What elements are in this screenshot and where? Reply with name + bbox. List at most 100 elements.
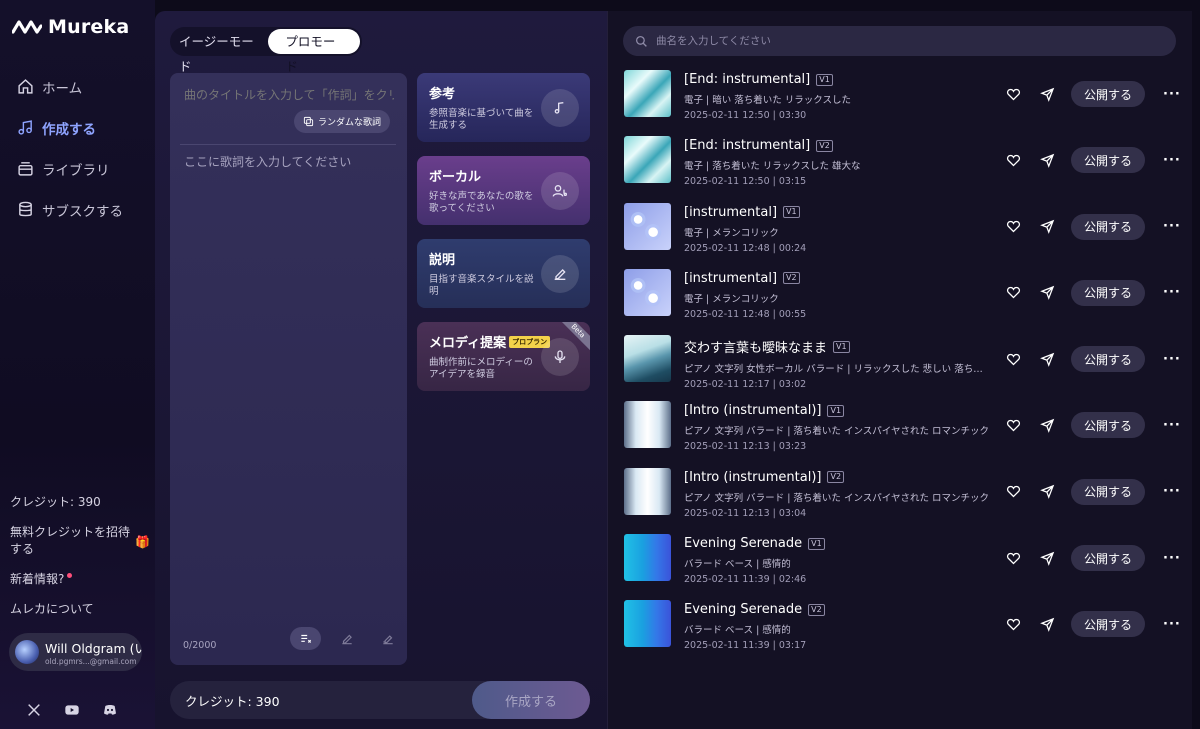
track-title[interactable]: [End: instrumental] xyxy=(684,138,810,153)
version-badge: V2 xyxy=(816,139,833,152)
discord-icon[interactable] xyxy=(102,702,118,718)
more-options-icon[interactable]: ··· xyxy=(1163,87,1181,102)
publish-button[interactable]: 公開する xyxy=(1071,611,1145,638)
logo[interactable]: Mureka xyxy=(12,16,129,38)
random-lyrics-label: ランダムな歌詞 xyxy=(318,118,382,128)
send-icon[interactable] xyxy=(1040,617,1055,632)
more-options-icon[interactable]: ··· xyxy=(1163,484,1181,499)
format-lyrics-button[interactable] xyxy=(290,627,321,650)
publish-button[interactable]: 公開する xyxy=(1071,147,1145,174)
pro-mode-tab[interactable]: プロモード xyxy=(268,29,360,74)
more-options-icon[interactable]: ··· xyxy=(1163,418,1181,433)
easy-mode-tab[interactable]: イージーモード xyxy=(172,29,266,74)
track-thumbnail[interactable] xyxy=(624,268,671,316)
track-thumbnail[interactable] xyxy=(624,136,671,184)
version-badge: V1 xyxy=(783,206,800,219)
description-card[interactable]: 説明 目指す音楽スタイルを説明 xyxy=(417,239,590,308)
track-title[interactable]: [End: instrumental] xyxy=(684,72,810,87)
track-thumbnail[interactable] xyxy=(624,335,671,383)
heart-icon[interactable] xyxy=(1006,484,1021,499)
edit-lyrics-button[interactable] xyxy=(331,627,362,650)
send-icon[interactable] xyxy=(1040,551,1055,566)
sidebar-item-home[interactable]: ホーム xyxy=(0,66,155,107)
more-options-icon[interactable]: ··· xyxy=(1163,617,1181,632)
reference-card[interactable]: 参考 参照音楽に基づいて曲を生成する xyxy=(417,73,590,142)
user-name: Will Oldgram (い xyxy=(45,641,142,656)
search-input[interactable] xyxy=(656,35,1136,47)
heart-icon[interactable] xyxy=(1006,219,1021,234)
write-lyrics-button[interactable] xyxy=(372,627,403,650)
publish-button[interactable]: 公開する xyxy=(1071,81,1145,107)
heart-icon[interactable] xyxy=(1006,153,1021,168)
heart-icon[interactable] xyxy=(1006,617,1021,632)
about-link[interactable]: ムレカについて xyxy=(10,601,150,618)
send-icon[interactable] xyxy=(1040,352,1055,367)
sidebar-nav: ホーム 作成する ライブラリ サブスクする xyxy=(0,66,155,230)
send-icon[interactable] xyxy=(1040,484,1055,500)
track-title[interactable]: Evening Serenade xyxy=(684,602,802,617)
track-row[interactable]: [End: instrumental] V2 電子 | 落ち着いた リラックスし… xyxy=(624,136,1184,202)
send-icon[interactable] xyxy=(1040,87,1055,102)
track-title[interactable]: Evening Serenade xyxy=(684,536,802,551)
heart-icon[interactable] xyxy=(1006,418,1021,433)
sidebar-item-subscribe[interactable]: サブスクする xyxy=(0,189,155,230)
track-title[interactable]: [Intro (instrumental)] xyxy=(684,470,821,485)
more-options-icon[interactable]: ··· xyxy=(1163,352,1181,367)
sidebar-item-create[interactable]: 作成する xyxy=(0,107,155,148)
track-title[interactable]: 交わす言葉も曖昧なまま xyxy=(684,337,827,356)
send-icon[interactable] xyxy=(1040,285,1055,301)
send-icon[interactable] xyxy=(1040,219,1055,234)
track-row[interactable]: [Intro (instrumental)] V2 ピアノ 文字列 バラード |… xyxy=(624,467,1184,534)
publish-button[interactable]: 公開する xyxy=(1071,545,1145,572)
track-info: 交わす言葉も曖昧なまま V1 ピアノ 文字列 女性ボーカル バラード | リラッ… xyxy=(684,335,994,390)
heart-icon[interactable] xyxy=(1006,551,1021,566)
track-thumbnail[interactable] xyxy=(624,600,671,648)
track-thumbnail[interactable] xyxy=(624,534,671,582)
invite-link[interactable]: 無料クレジットを招待する 🎁 xyxy=(10,524,150,558)
publish-button[interactable]: 公開する xyxy=(1071,412,1145,439)
more-options-icon[interactable]: ··· xyxy=(1163,551,1181,566)
track-row[interactable]: Evening Serenade V2 バラード ベース | 感情的 2025-… xyxy=(624,600,1184,666)
track-row[interactable]: Evening Serenade V1 バラード ベース | 感情的 2025-… xyxy=(624,534,1184,600)
social-links xyxy=(26,702,118,718)
track-title[interactable]: [instrumental] xyxy=(684,205,777,220)
heart-icon[interactable] xyxy=(1006,352,1021,367)
user-profile[interactable]: Will Oldgram (い old.pgmrs...@gmail.com xyxy=(9,633,142,671)
track-thumbnail[interactable] xyxy=(624,467,671,515)
heart-icon[interactable] xyxy=(1006,87,1021,102)
track-row[interactable]: [instrumental] V2 電子 | メランコリック 2025-02-1… xyxy=(624,268,1184,335)
track-row[interactable]: [Intro (instrumental)] V1 ピアノ 文字列 バラード |… xyxy=(624,401,1184,467)
vocal-card[interactable]: ボーカル 好きな声であなたの歌を歌ってください xyxy=(417,156,590,225)
more-options-icon[interactable]: ··· xyxy=(1163,285,1181,300)
gift-icon: 🎁 xyxy=(135,535,150,549)
track-title-row: [End: instrumental] V1 xyxy=(684,72,994,87)
track-thumbnail[interactable] xyxy=(624,202,671,250)
news-link[interactable]: 新着情報? xyxy=(10,571,150,588)
song-title-input[interactable] xyxy=(184,88,394,102)
publish-button[interactable]: 公開する xyxy=(1071,346,1145,373)
track-tags: 電子 | メランコリック xyxy=(684,293,779,305)
send-icon[interactable] xyxy=(1040,153,1055,168)
track-row[interactable]: [instrumental] V1 電子 | メランコリック 2025-02-1… xyxy=(624,202,1184,269)
track-row[interactable]: 交わす言葉も曖昧なまま V1 ピアノ 文字列 女性ボーカル バラード | リラッ… xyxy=(624,335,1184,401)
track-title[interactable]: [Intro (instrumental)] xyxy=(684,403,821,418)
send-icon[interactable] xyxy=(1040,418,1055,433)
random-lyrics-button[interactable]: ランダムな歌詞 xyxy=(294,110,391,133)
track-thumbnail[interactable] xyxy=(624,401,671,449)
publish-button[interactable]: 公開する xyxy=(1071,279,1145,306)
youtube-icon[interactable] xyxy=(64,702,80,718)
publish-button[interactable]: 公開する xyxy=(1071,213,1145,240)
more-options-icon[interactable]: ··· xyxy=(1163,219,1181,234)
melody-card[interactable]: メロディ提案 プロプラン 曲制作前にメロディーのアイデアを録音 Beta xyxy=(417,322,590,391)
track-row[interactable]: [End: instrumental] V1 電子 | 暗い 落ち着いた リラッ… xyxy=(624,70,1184,136)
create-button[interactable]: 作成する xyxy=(472,681,590,719)
track-title[interactable]: [instrumental] xyxy=(684,271,777,286)
lyrics-textarea[interactable]: ここに歌詞を入力してください xyxy=(184,153,394,170)
sidebar-item-library[interactable]: ライブラリ xyxy=(0,148,155,189)
more-options-icon[interactable]: ··· xyxy=(1163,153,1181,168)
x-icon[interactable] xyxy=(26,702,42,718)
track-thumbnail[interactable] xyxy=(624,70,671,117)
credits-text: クレジット: 390 xyxy=(10,494,150,511)
heart-icon[interactable] xyxy=(1006,285,1021,300)
publish-button[interactable]: 公開する xyxy=(1071,478,1145,505)
